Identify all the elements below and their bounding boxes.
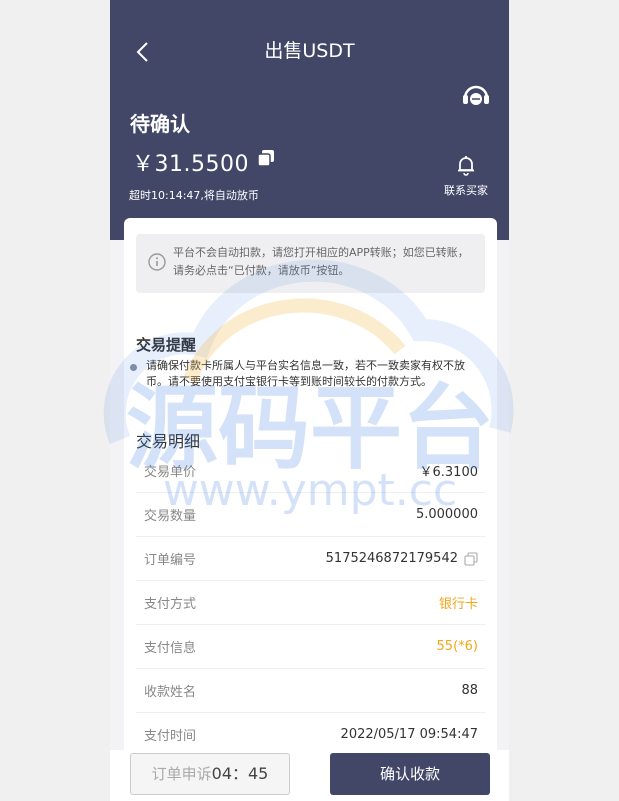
- bottom-action-bar: 订单申诉04：45 确认收款: [110, 750, 509, 801]
- details-list: 交易单价 ￥6.3100 交易数量 5.000000 订单编号 51752468…: [136, 449, 486, 757]
- copy-order-number-icon[interactable]: [464, 551, 478, 566]
- appeal-label: 订单申诉: [151, 765, 212, 783]
- appeal-countdown: 04：45: [211, 764, 269, 783]
- timeout-text: 超时10:14:47,将自动放币: [129, 189, 259, 202]
- detail-row-payment-info: 支付信息 55(*6): [136, 625, 486, 669]
- detail-label: 订单编号: [144, 553, 197, 568]
- detail-value-wrap: 5175246872179542: [326, 551, 478, 566]
- info-icon: [148, 253, 166, 271]
- order-appeal-button[interactable]: 订单申诉04：45: [130, 753, 290, 795]
- order-number-value: 5175246872179542: [325, 551, 458, 566]
- detail-row-order-number: 订单编号 5175246872179542: [136, 537, 486, 581]
- bell-icon: [458, 156, 474, 176]
- payment-notice: 平台不会自动扣款，请您打开相应的APP转账；如您已转账，请务必点击“已付款，请放…: [136, 234, 485, 293]
- detail-row-price: 交易单价 ￥6.3100: [136, 449, 486, 493]
- detail-row-payment-method: 支付方式 银行卡: [136, 581, 486, 625]
- detail-label: 支付时间: [144, 729, 197, 744]
- bullet-dot: [130, 364, 137, 371]
- detail-value: 55(*6): [436, 639, 478, 654]
- detail-row-payee-name: 收款姓名 88: [136, 669, 486, 713]
- detail-value: 5.000000: [415, 507, 478, 522]
- phone-screen: 出售USDT 待确认 ￥31.5500 超时10:14:47,将自动放币 联系买…: [110, 0, 509, 801]
- confirm-receipt-button[interactable]: 确认收款: [330, 753, 490, 795]
- order-status: 待确认: [130, 112, 190, 136]
- notice-text: 平台不会自动扣款，请您打开相应的APP转账；如您已转账，请务必点击“已付款，请放…: [173, 246, 469, 277]
- detail-value: ￥6.3100: [419, 465, 479, 480]
- detail-label: 交易单价: [144, 465, 197, 480]
- reminder-text: 请确保付款卡所属人与平台实名信息一致，若不一致卖家有权不放币。请不要使用支付宝银…: [146, 359, 465, 388]
- page-title: 出售USDT: [264, 40, 355, 62]
- order-amount: ￥31.5500: [132, 152, 249, 177]
- detail-label: 支付方式: [144, 597, 197, 612]
- detail-row-quantity: 交易数量 5.000000: [136, 493, 486, 537]
- detail-value: 88: [461, 683, 478, 698]
- contact-buyer-button[interactable]: 联系买家: [436, 154, 496, 198]
- detail-value: 2022/05/17 09:54:47: [340, 727, 478, 742]
- reminder-title: 交易提醒: [136, 336, 197, 354]
- copy-amount-icon[interactable]: [257, 149, 275, 167]
- order-header: 出售USDT 待确认 ￥31.5500 超时10:14:47,将自动放币 联系买…: [110, 0, 509, 240]
- detail-label: 支付信息: [144, 641, 197, 656]
- detail-value: 银行卡: [438, 597, 478, 612]
- order-card: 平台不会自动扣款，请您打开相应的APP转账；如您已转账，请务必点击“已付款，请放…: [124, 218, 497, 758]
- detail-label: 收款姓名: [144, 685, 197, 700]
- detail-label: 交易数量: [144, 509, 197, 524]
- contact-buyer-label: 联系买家: [444, 184, 488, 197]
- customer-service-icon[interactable]: [462, 84, 490, 108]
